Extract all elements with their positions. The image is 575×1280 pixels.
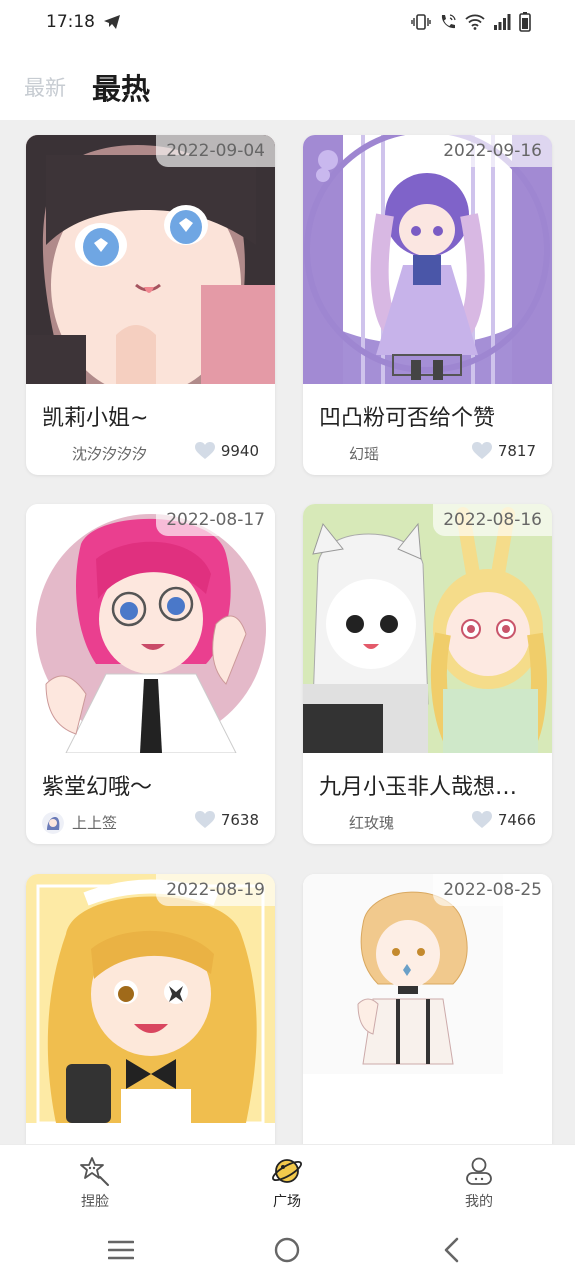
artwork-image[interactable]: 2022-08-19: [26, 874, 275, 1123]
anime-girl-dark-hair-illustration: [26, 135, 275, 384]
artwork-card[interactable]: 2022-08-25: [303, 874, 552, 1144]
post-date: 2022-08-19: [156, 874, 275, 906]
anime-girl-purple-dress-illustration: [303, 135, 552, 384]
nav-item-mine[interactable]: 我的: [439, 1155, 519, 1211]
artwork-image[interactable]: 2022-08-16: [303, 504, 552, 753]
status-time: 17:18: [46, 12, 95, 32]
artwork-image[interactable]: 2022-09-16: [303, 135, 552, 384]
nav-item-square[interactable]: 广场: [247, 1155, 327, 1211]
artwork-card[interactable]: 2022-08-19: [26, 874, 275, 1144]
anime-sketch-boy-illustration: [303, 874, 552, 1123]
telegram-send-icon: [104, 15, 120, 29]
artwork-card[interactable]: 2022-08-17 紫堂幻哦～ 上上签 7638: [26, 504, 275, 844]
nav-label: 广场: [273, 1194, 301, 1210]
planet-icon: [272, 1159, 302, 1183]
battery-icon: [519, 12, 531, 32]
heart-icon: [471, 811, 492, 828]
tab-latest[interactable]: 最新: [24, 72, 66, 102]
anime-blonde-maid-illustration: [26, 874, 275, 1123]
feed-header: 最新 最热: [0, 48, 575, 120]
bottom-navigation: 捏脸 广场 我的: [0, 1144, 575, 1222]
artwork-image[interactable]: 2022-08-17: [26, 504, 275, 753]
post-date: 2022-09-04: [156, 135, 275, 167]
post-date: 2022-08-17: [156, 504, 275, 536]
like-count: 9940: [220, 442, 259, 460]
artwork-title: 九月小玉非人哉想…: [319, 775, 518, 800]
like-button[interactable]: 9940: [194, 442, 259, 460]
like-count: 7817: [497, 442, 536, 460]
user-icon: [466, 1157, 492, 1185]
vibrate-icon: [411, 14, 431, 30]
tab-hottest[interactable]: 最热: [92, 66, 150, 108]
status-bar: 17:18: [0, 0, 575, 48]
like-button[interactable]: 7817: [471, 442, 536, 460]
signal-icon: [494, 14, 511, 30]
post-date: 2022-08-25: [433, 874, 552, 906]
status-icons: [411, 12, 531, 32]
artwork-title: 凹凸粉可否给个赞: [319, 406, 496, 431]
heart-icon: [194, 811, 215, 828]
like-count: 7638: [220, 811, 259, 829]
artwork-card[interactable]: 2022-09-16 凹凸粉可否给个赞 幻瑶 7817: [303, 135, 552, 475]
system-navigation-bar: [0, 1222, 575, 1280]
artwork-feed[interactable]: 2022-09-04 凯莉小姐~ 沈汐汐汐汐 9940 2022-09-16 凹…: [0, 120, 575, 1144]
back-icon[interactable]: [442, 1237, 462, 1263]
post-date: 2022-08-16: [433, 504, 552, 536]
heart-icon: [194, 442, 215, 459]
face-star-icon: [80, 1157, 109, 1186]
like-count: 7466: [497, 811, 536, 829]
like-button[interactable]: 7638: [194, 811, 259, 829]
avatar[interactable]: [42, 812, 64, 834]
nav-item-face[interactable]: 捏脸: [55, 1155, 135, 1211]
artwork-image[interactable]: 2022-08-25: [303, 874, 552, 1123]
wifi-calling-icon: [441, 14, 456, 29]
artwork-card[interactable]: 2022-08-16 九月小玉非人哉想… 红玫瑰 7466: [303, 504, 552, 844]
artwork-card[interactable]: 2022-09-04 凯莉小姐~ 沈汐汐汐汐 9940: [26, 135, 275, 475]
artwork-title: 紫堂幻哦～: [42, 775, 153, 800]
artwork-image[interactable]: 2022-09-04: [26, 135, 275, 384]
anime-pink-hair-glasses-illustration: [26, 504, 275, 753]
wifi-icon: [465, 14, 485, 30]
like-button[interactable]: 7466: [471, 811, 536, 829]
artwork-title: 凯莉小姐~: [42, 406, 149, 431]
author-name[interactable]: 沈汐汐汐汐: [72, 443, 147, 464]
nav-label: 捏脸: [81, 1194, 109, 1210]
author-name[interactable]: 红玫瑰: [349, 812, 394, 833]
nav-label: 我的: [465, 1194, 493, 1210]
post-date: 2022-09-16: [433, 135, 552, 167]
author-name[interactable]: 幻瑶: [349, 443, 379, 464]
anime-two-girls-illustration: [303, 504, 552, 753]
heart-icon: [471, 442, 492, 459]
author-name[interactable]: 上上签: [72, 812, 117, 833]
home-icon[interactable]: [274, 1237, 300, 1263]
menu-icon[interactable]: [108, 1239, 134, 1261]
